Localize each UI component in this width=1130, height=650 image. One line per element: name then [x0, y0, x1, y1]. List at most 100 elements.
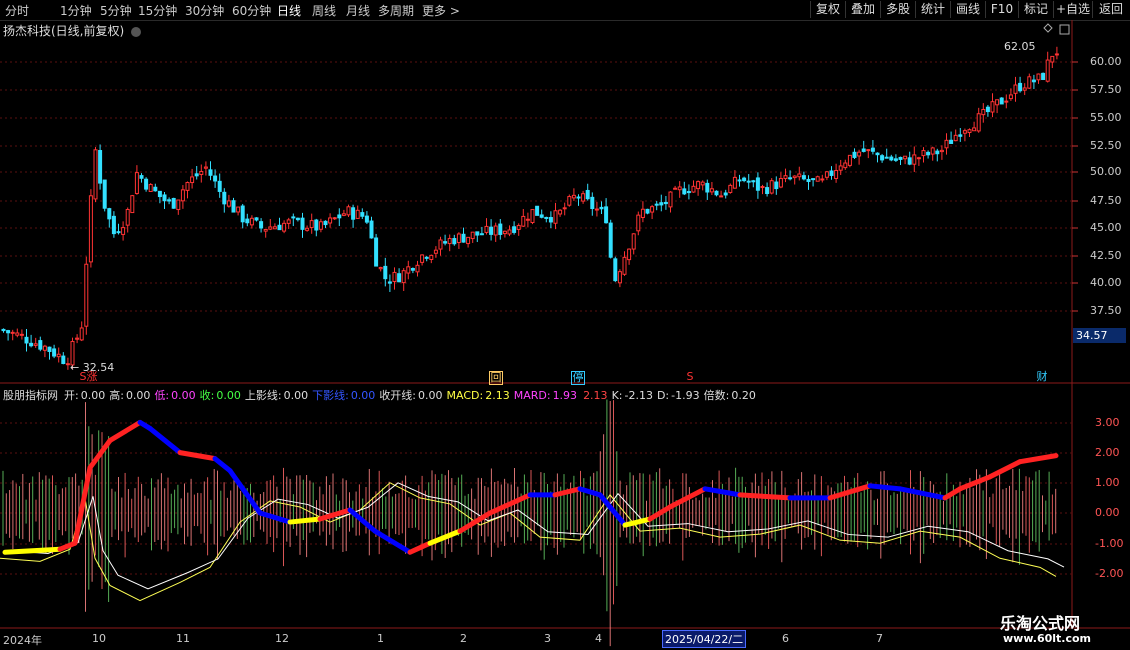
trend-band-segment [287, 516, 323, 525]
kline-candle [875, 152, 880, 156]
kline-candle [1008, 94, 1013, 100]
kline-candle [567, 196, 572, 206]
kline-candle [604, 206, 609, 224]
kline-candle [613, 258, 618, 282]
kline-candle [650, 206, 655, 213]
kline-candle [719, 195, 724, 198]
kline-candle [884, 156, 889, 159]
kline-candle [995, 99, 1000, 106]
kline-candle [677, 186, 682, 191]
indicator-number-8: 1.93 [552, 389, 578, 402]
kline-candle [1, 328, 6, 332]
kline-candle [953, 134, 958, 142]
date-label-0: 2024年 [3, 634, 42, 647]
kline-candle [1054, 53, 1059, 56]
kline-candle [930, 147, 935, 155]
kline-candle [539, 214, 544, 218]
kline-candle [590, 196, 595, 210]
price-tick-4: 50.00 [1090, 165, 1122, 178]
kline-candle [544, 216, 549, 219]
kline-candle [364, 215, 369, 223]
indicator-name[interactable]: 股朋指标网 [3, 389, 58, 402]
kline-candle [535, 205, 540, 216]
indicator-value-8: MARD: 1.93 [514, 389, 577, 402]
kline-candle [512, 226, 517, 233]
kline-candle [300, 217, 305, 230]
event-marker-4[interactable]: S [684, 371, 696, 383]
kline-candle [870, 147, 875, 152]
kline-candle [682, 188, 687, 195]
kline-candle [125, 208, 130, 226]
kline-candle [226, 200, 231, 207]
kline-candle [171, 197, 176, 209]
kline-candle [479, 233, 484, 236]
kline-candle [107, 208, 112, 220]
kline-candle [52, 348, 57, 357]
date-cursor-label: 2025/04/22/二 [662, 630, 747, 648]
kline-candle [65, 363, 70, 366]
kline-candle [553, 210, 558, 224]
kline-chart[interactable]: 62.05← 32.54 [0, 0, 1130, 650]
kline-candle [406, 266, 411, 274]
kline-candle [696, 181, 701, 190]
kline-candle [958, 134, 963, 137]
kline-candle [700, 181, 705, 186]
price-tick-6: 45.00 [1090, 221, 1122, 234]
event-marker-5[interactable]: 财 [1036, 371, 1048, 383]
kline-candle [949, 139, 954, 144]
kline-candle [19, 333, 24, 336]
kline-candle [1027, 76, 1032, 89]
kline-candle [999, 97, 1004, 105]
event-marker-2[interactable]: 回 [489, 371, 503, 385]
kline-candle [6, 330, 11, 334]
indicator-label-1: 高: [109, 389, 124, 402]
kline-candle [820, 178, 825, 181]
kline-candle [295, 217, 300, 221]
kline-candle [84, 263, 89, 327]
kline-candle [392, 271, 397, 283]
trend-band-segment [372, 528, 413, 555]
indicator-value-9: 2.13 [581, 389, 608, 402]
indicator-tick-5: -2.00 [1095, 567, 1124, 580]
indicator-number-5: 0.00 [350, 389, 376, 402]
kline-candle [792, 175, 797, 179]
kline-candle [797, 173, 802, 178]
trend-band-segment [87, 438, 113, 471]
kline-candle [10, 331, 15, 334]
kline-candle [576, 196, 581, 199]
kline-candle [788, 177, 793, 180]
kline-candle [208, 169, 213, 176]
event-marker-1[interactable]: 涨 [86, 371, 98, 383]
indicator-value-7: MACD: 2.13 [447, 389, 510, 402]
price-tick-0: 60.00 [1090, 55, 1122, 68]
kline-candle [162, 194, 167, 202]
kline-candle [318, 221, 323, 230]
high-price-label: 62.05 [1004, 40, 1036, 53]
kline-candle [981, 108, 986, 116]
kline-candle [374, 237, 379, 267]
kline-candle [645, 208, 650, 214]
kline-candle [815, 176, 820, 182]
kline-candle [663, 201, 668, 205]
kline-candle [709, 188, 714, 193]
kline-candle [456, 233, 461, 243]
kline-candle [659, 202, 664, 206]
kline-candle [985, 106, 990, 113]
trend-band-segment [867, 483, 903, 492]
kline-candle [254, 217, 259, 221]
kline-candle [79, 327, 84, 341]
kline-candle [723, 192, 728, 196]
kline-candle [190, 176, 195, 184]
kline-candle [369, 220, 374, 239]
kline-candle [852, 151, 857, 158]
kline-candle [323, 220, 328, 226]
indicator-number-12: 0.20 [731, 389, 756, 402]
kline-candle [502, 230, 507, 235]
kline-candle [277, 224, 282, 231]
date-label-3: 12 [275, 632, 289, 645]
kline-candle [1041, 72, 1046, 80]
event-marker-3[interactable]: 停 [571, 371, 585, 385]
kline-candle [558, 209, 563, 215]
kline-candle [889, 156, 894, 161]
kline-candle [383, 265, 388, 280]
